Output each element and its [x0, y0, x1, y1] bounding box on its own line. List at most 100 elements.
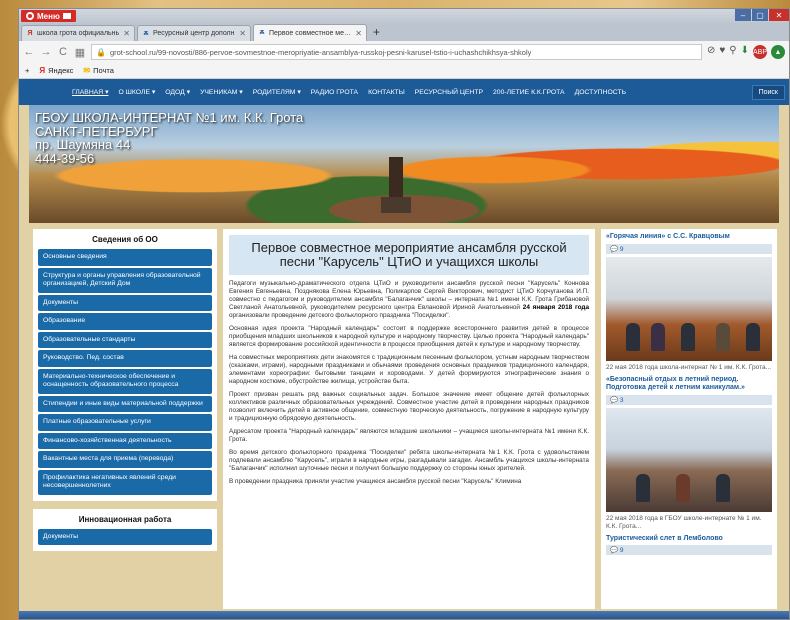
comment-number: 9	[619, 245, 624, 253]
sidebar-item-structure[interactable]: Структура и органы управления образовате…	[38, 267, 212, 293]
news-item: Туристический слет в Лемболово 💬 9	[606, 535, 772, 555]
news-title[interactable]: «Безопасный отдых в летний период. Подго…	[606, 376, 772, 393]
sidebar-item-scholarships[interactable]: Стипендии и иные виды материальной подде…	[38, 395, 212, 412]
search-button[interactable]: Поиск	[751, 84, 785, 100]
school-phone: 444-39-56	[35, 150, 95, 166]
news-item: «Безопасный отдых в летний период. Подго…	[606, 376, 772, 531]
sidebar-item-finance[interactable]: Финансово-хозяйственная деятельность	[38, 432, 212, 449]
nav-radio[interactable]: РАДИО ГРОТА	[306, 89, 363, 96]
adblock-icon[interactable]: ⊘	[707, 45, 715, 59]
speed-dial-icon[interactable]: ▦	[74, 46, 86, 59]
sidebar-panel-info: Сведения об ОО Основные сведения Структу…	[33, 229, 217, 501]
sidebar-item-staff[interactable]: Руководство. Пед. состав	[38, 350, 212, 367]
nav-home[interactable]: ГЛАВНАЯ ▾	[67, 88, 113, 96]
nav-accessibility[interactable]: ДОСТУПНОСТЬ	[570, 89, 631, 96]
school-name: ГБОУ ШКОЛА-ИНТЕРНАТ №1 им. К.К. Грота	[35, 110, 304, 125]
sidebar-item-documents[interactable]: Документы	[38, 294, 212, 311]
bookmark-label: Яндекс	[48, 66, 74, 75]
nav-anniversary[interactable]: 200-ЛЕТИЕ К.К.ГРОТА	[488, 89, 570, 96]
tab-label: Первое совместное мероп	[269, 29, 353, 37]
flag-icon	[62, 13, 71, 19]
nav-odod[interactable]: ОДОД ▾	[160, 88, 195, 96]
school-info: ГБОУ ШКОЛА-ИНТЕРНАТ №1 им. К.К. Грота СА…	[35, 111, 303, 165]
article-column: Первое совместное мероприятие ансамбля р…	[223, 229, 595, 609]
sidebar-title-innovation: Инновационная работа	[78, 514, 172, 524]
news-item: «Горячая линия» с С.С. Кравцовым 💬 9 22 …	[606, 233, 772, 372]
article-paragraph: Проект призван решать ряд важных социаль…	[229, 391, 589, 422]
comment-count: 💬 9	[606, 243, 772, 254]
tab-resource-center[interactable]: ѫ Ресурсный центр дополн ✕	[137, 25, 251, 41]
address-bar[interactable]: 🔒 grot-school.ru/99-novosti/886-pervoe-s…	[91, 44, 702, 60]
sidebar-item-education[interactable]: Образование	[38, 313, 212, 330]
header-banner: ГБОУ ШКОЛА-ИНТЕРНАТ №1 им. К.К. Грота СА…	[29, 105, 779, 223]
nav-resource-center[interactable]: РЕСУРСНЫЙ ЦЕНТР	[410, 89, 488, 96]
close-window-icon[interactable]: ✕	[769, 9, 789, 21]
nav-students[interactable]: УЧЕНИКАМ ▾	[195, 88, 248, 96]
navigation-bar: ← → C ▦ 🔒 grot-school.ru/99-novosti/886-…	[19, 41, 789, 63]
comment-number: 9	[619, 547, 624, 554]
download-icon[interactable]: ⬇	[741, 45, 749, 59]
monument-image	[381, 157, 411, 213]
sidebar-item-basic-info[interactable]: Основные сведения	[38, 249, 212, 266]
comment-count: 💬 3	[606, 394, 772, 405]
close-tab-icon[interactable]: ✕	[123, 29, 130, 38]
sidebar-item-paid-services[interactable]: Платные образовательные услуги	[38, 414, 212, 431]
sidebar-item-innovation-documents[interactable]: Документы	[38, 528, 212, 545]
article-title: Первое совместное мероприятие ансамбля р…	[229, 235, 589, 275]
news-photo[interactable]	[606, 256, 772, 361]
tab-label: Ресурсный центр дополн	[153, 30, 235, 37]
tab-bar: Я школа грота официальнь ✕ ѫ Ресурсный ц…	[19, 23, 789, 41]
paragraph-text: организовали проведение детского фолькло…	[229, 312, 451, 319]
bookmark-yandex[interactable]: Я Яндекс	[39, 66, 73, 75]
toolbar-extensions: ⊘ ♥ ⚲ ⬇ ABP ▲	[707, 45, 785, 59]
news-title[interactable]: «Горячая линия» с С.С. Кравцовым	[606, 233, 772, 242]
article-paragraph: Основная идея проекта "Народный календар…	[229, 325, 589, 348]
news-title[interactable]: Туристический слет в Лемболово	[606, 535, 772, 544]
heart-icon[interactable]: ♥	[719, 45, 725, 59]
tab-article[interactable]: ѫ Первое совместное мероп ✕	[253, 24, 367, 41]
url-text: grot-school.ru/99-novosti/886-pervoe-sov…	[109, 47, 532, 57]
mail-icon: ✉	[83, 66, 91, 75]
article-date: 24 января 2018 года	[522, 304, 590, 311]
bookmark-mail[interactable]: ✉ Почта	[83, 66, 114, 75]
back-icon[interactable]: ←	[23, 46, 35, 58]
extension-icon[interactable]: ▲	[771, 45, 785, 59]
vpn-icon[interactable]: ⚲	[729, 45, 736, 59]
new-tab-button[interactable]: +	[369, 25, 384, 39]
nav-about[interactable]: О ШКОЛЕ ▾	[113, 88, 160, 96]
sidebar-item-facilities[interactable]: Материально-техническое обеспечение и ос…	[38, 368, 212, 394]
school-address: пр. Шаумяна 44	[35, 137, 131, 152]
close-tab-icon[interactable]: ✕	[239, 29, 246, 38]
news-photo[interactable]	[606, 407, 772, 512]
nav-parents[interactable]: РОДИТЕЛЯМ ▾	[248, 88, 306, 96]
yandex-icon: Я	[27, 29, 33, 37]
sidebar-title: Сведения об ОО	[92, 235, 158, 244]
tab-search[interactable]: Я школа грота официальнь ✕	[21, 25, 135, 41]
maximize-icon[interactable]: ▢	[752, 9, 768, 21]
article-paragraph: В проведении праздника приняли участие у…	[229, 478, 522, 485]
add-bookmark-icon[interactable]: +	[25, 66, 29, 75]
left-sidebar: Сведения об ОО Основные сведения Структу…	[33, 229, 217, 609]
main-content: Сведения об ОО Основные сведения Структу…	[33, 229, 779, 609]
sidebar-item-vacancies[interactable]: Вакантные места для приема (перевода)	[38, 451, 212, 468]
web-page: ГЛАВНАЯ ▾ О ШКОЛЕ ▾ ОДОД ▾ УЧЕНИКАМ ▾ РО…	[19, 79, 789, 619]
forward-icon[interactable]: →	[40, 46, 52, 58]
abp-icon[interactable]: ABP	[753, 45, 767, 59]
comment-count: 💬 9	[606, 545, 772, 555]
yandex-icon: Я	[39, 66, 46, 75]
close-tab-icon[interactable]: ✕	[355, 29, 362, 38]
window-controls: – ▢ ✕	[734, 9, 789, 23]
os-taskbar	[19, 611, 789, 619]
sidebar-item-prevention[interactable]: Профилактика негативных явлений среди не…	[38, 469, 212, 495]
title-bar: Меню – ▢ ✕	[19, 9, 789, 23]
article-paragraph: Адресатом проекта "Народный календарь" я…	[229, 428, 589, 443]
nav-contacts[interactable]: КОНТАКТЫ	[363, 89, 410, 96]
browser-window: Меню – ▢ ✕ Я школа грота официальнь ✕ ѫ …	[18, 8, 790, 620]
browser-menu-button[interactable]: Меню	[21, 10, 76, 22]
news-column: «Горячая линия» с С.С. Кравцовым 💬 9 22 …	[601, 229, 777, 609]
article-paragraph: Во время детского фольклорного праздника…	[229, 449, 589, 472]
sidebar-panel-innovation: Инновационная работа Документы	[33, 508, 217, 551]
minimize-icon[interactable]: –	[735, 9, 751, 21]
reload-icon[interactable]: C	[57, 46, 69, 58]
sidebar-item-standards[interactable]: Образовательные стандарты	[38, 331, 212, 348]
